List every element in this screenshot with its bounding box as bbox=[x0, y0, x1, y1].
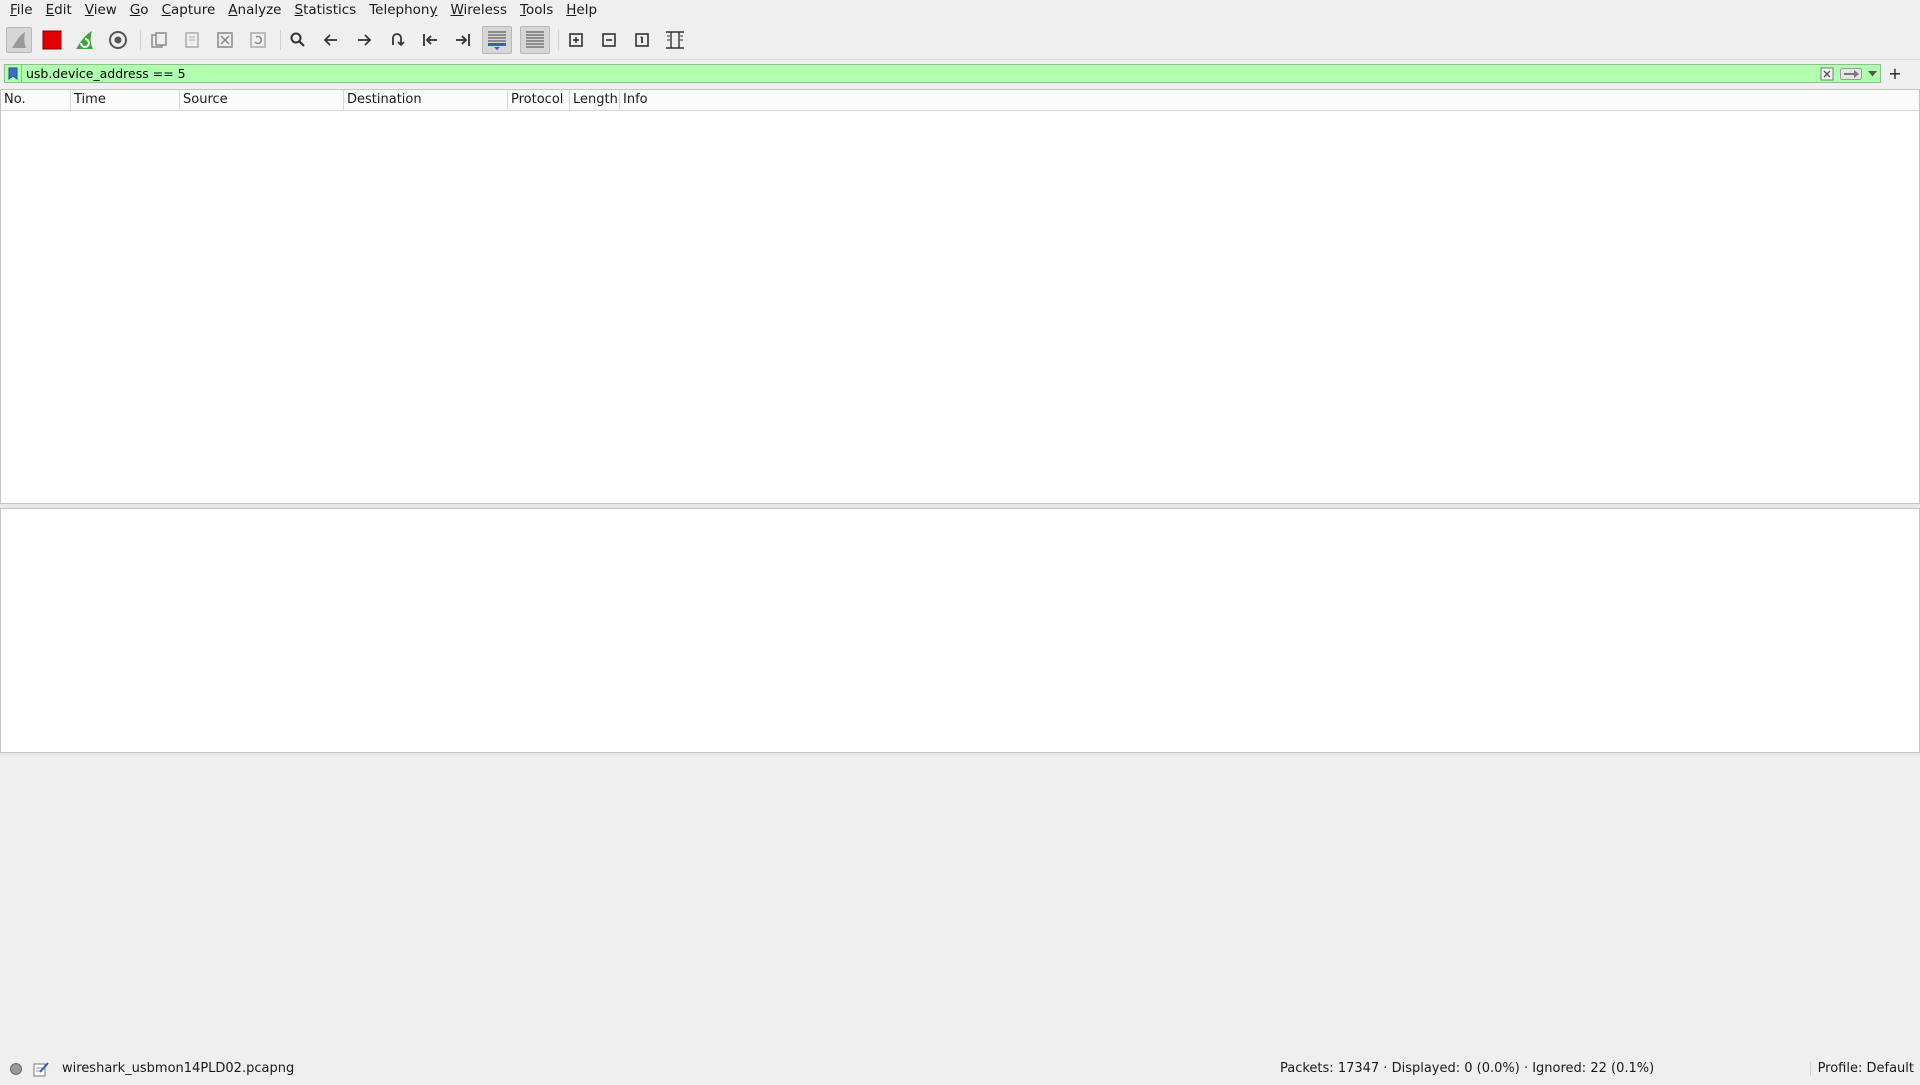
zoom-in-button[interactable] bbox=[563, 27, 589, 53]
menu-view[interactable]: View bbox=[85, 0, 117, 20]
packet-details-pane[interactable] bbox=[0, 508, 1920, 753]
first-packet-button[interactable] bbox=[417, 27, 443, 53]
menu-help[interactable]: Help bbox=[566, 0, 597, 20]
open-file-button[interactable] bbox=[146, 27, 172, 53]
menu-wireless[interactable]: Wireless bbox=[450, 0, 507, 20]
next-packet-button[interactable] bbox=[351, 27, 377, 53]
first-packet-icon bbox=[423, 34, 437, 46]
menu-file[interactable]: File bbox=[10, 0, 33, 20]
column-header-time[interactable]: Time bbox=[71, 90, 180, 110]
bookmark-icon bbox=[8, 67, 18, 80]
capture-options-button[interactable] bbox=[105, 27, 131, 53]
shark-fin-icon bbox=[12, 32, 26, 48]
zoom-in-icon bbox=[569, 33, 583, 47]
packet-list-header: No. Time Source Destination Protocol Len… bbox=[1, 90, 1919, 111]
find-packet-button[interactable] bbox=[285, 27, 311, 53]
status-profile[interactable]: Profile: Default bbox=[1818, 1058, 1914, 1080]
last-packet-button[interactable] bbox=[450, 27, 476, 53]
gear-icon bbox=[109, 31, 127, 49]
previous-packet-button[interactable] bbox=[318, 27, 344, 53]
resize-columns-icon bbox=[666, 31, 684, 49]
go-to-packet-button[interactable] bbox=[384, 27, 410, 53]
menu-telephony[interactable]: Telephony bbox=[369, 0, 437, 20]
reload-icon bbox=[250, 32, 266, 48]
column-header-destination[interactable]: Destination bbox=[344, 90, 508, 110]
menu-bar: File Edit View Go Capture Analyze Statis… bbox=[0, 0, 1920, 20]
apply-filter-button[interactable] bbox=[1838, 65, 1864, 82]
normal-size-button[interactable] bbox=[629, 27, 655, 53]
stop-square-icon bbox=[42, 30, 62, 50]
status-bar: wireshark_usbmon14PLD02.pcapng Packets: … bbox=[0, 1058, 1920, 1080]
zoom-out-button[interactable] bbox=[596, 27, 622, 53]
save-file-icon bbox=[185, 32, 199, 48]
status-packet-counts: Packets: 17347 · Displayed: 0 (0.0%) · I… bbox=[1280, 1061, 1655, 1076]
filter-bookmark-button[interactable] bbox=[5, 65, 22, 82]
menu-edit[interactable]: Edit bbox=[46, 0, 72, 20]
column-header-protocol[interactable]: Protocol bbox=[508, 90, 570, 110]
packet-list-pane[interactable]: No. Time Source Destination Protocol Len… bbox=[0, 89, 1920, 504]
column-header-source[interactable]: Source bbox=[180, 90, 344, 110]
restart-fin-icon bbox=[76, 31, 93, 49]
menu-go[interactable]: Go bbox=[130, 0, 149, 20]
status-file-name: wireshark_usbmon14PLD02.pcapng bbox=[62, 1061, 295, 1076]
stop-capture-button[interactable] bbox=[39, 27, 65, 53]
display-filter-bar bbox=[4, 64, 1881, 83]
restart-capture-button[interactable] bbox=[72, 27, 98, 53]
autoscroll-button[interactable] bbox=[482, 26, 512, 54]
save-file-button[interactable] bbox=[179, 27, 205, 53]
menu-analyze[interactable]: Analyze bbox=[228, 0, 281, 20]
toolbar-separator bbox=[140, 30, 141, 50]
go-to-packet-icon bbox=[392, 33, 405, 47]
column-header-no[interactable]: No. bbox=[1, 90, 71, 110]
arrow-apply-icon bbox=[1840, 67, 1862, 80]
toolbar-separator bbox=[280, 30, 281, 50]
normal-size-icon bbox=[635, 33, 649, 47]
chevron-down-icon bbox=[1867, 70, 1877, 76]
filter-dropdown-button[interactable] bbox=[1864, 65, 1880, 82]
expert-info-led-icon[interactable] bbox=[10, 1063, 22, 1075]
autoscroll-icon bbox=[488, 31, 506, 50]
packet-bytes-area bbox=[0, 757, 1920, 1057]
clear-filter-button[interactable] bbox=[1816, 65, 1838, 82]
zoom-out-icon bbox=[602, 33, 616, 47]
menu-capture[interactable]: Capture bbox=[162, 0, 216, 20]
menu-tools[interactable]: Tools bbox=[520, 0, 553, 20]
column-header-length[interactable]: Length bbox=[570, 90, 620, 110]
close-file-button[interactable] bbox=[212, 27, 238, 53]
main-toolbar bbox=[0, 21, 1920, 60]
toolbar-separator bbox=[558, 30, 559, 50]
start-capture-button[interactable] bbox=[6, 27, 32, 53]
capture-comment-icon[interactable] bbox=[33, 1061, 49, 1077]
column-header-info[interactable]: Info bbox=[620, 90, 1919, 110]
menu-statistics[interactable]: Statistics bbox=[294, 0, 356, 20]
colorize-button[interactable] bbox=[520, 26, 550, 54]
reload-file-button[interactable] bbox=[245, 27, 271, 53]
clear-icon bbox=[1820, 67, 1834, 80]
arrow-right-icon bbox=[358, 34, 372, 46]
add-filter-button-icon[interactable]: + bbox=[1886, 64, 1904, 83]
search-icon bbox=[290, 32, 305, 47]
resize-columns-button[interactable] bbox=[662, 27, 688, 53]
status-separator bbox=[1810, 1062, 1811, 1076]
colorize-icon bbox=[526, 31, 544, 48]
open-file-icon bbox=[151, 32, 167, 48]
last-packet-icon bbox=[456, 34, 470, 46]
arrow-left-icon bbox=[323, 34, 337, 46]
display-filter-input[interactable] bbox=[22, 65, 1816, 82]
close-file-icon bbox=[217, 32, 233, 48]
